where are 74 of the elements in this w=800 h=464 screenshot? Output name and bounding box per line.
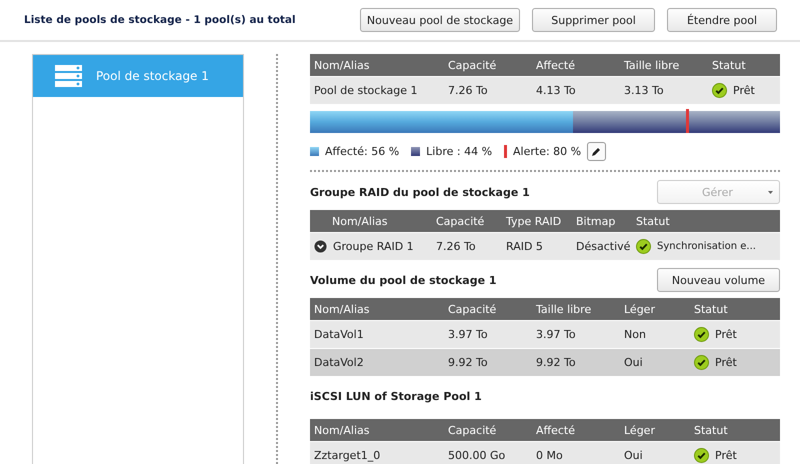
table-row[interactable]: DataVol1 3.97 To 3.97 To Non Prêt xyxy=(310,320,780,348)
table-cell-text: Oui xyxy=(623,356,644,369)
column-header: Statut xyxy=(693,302,729,316)
column-header: Affecté xyxy=(535,424,576,436)
column-header: Statut xyxy=(635,214,671,228)
table-cell-text: 4.13 To xyxy=(535,84,577,97)
table-cell-text: 7.26 To xyxy=(435,240,477,253)
column-header: Capacité xyxy=(447,424,498,436)
check-icon xyxy=(694,448,709,463)
column-header: Capacité xyxy=(447,302,498,316)
pool-name: Pool de stockage 1 xyxy=(96,69,209,83)
status-text: Synchronisation e... xyxy=(657,241,756,252)
check-icon xyxy=(712,83,727,98)
table-row[interactable]: Groupe RAID 1 7.26 To RAID 5 Désactivé Synchronisation e... xyxy=(310,232,780,260)
section-title: iSCSI LUN of Storage Pool 1 xyxy=(310,390,482,403)
column-header: Taille libre xyxy=(623,58,680,72)
table-cell-text: 7.26 To xyxy=(447,84,489,97)
section-title: Volume du pool de stockage 1 xyxy=(310,274,497,286)
table-cell-text: Non xyxy=(623,328,647,341)
column-header: Capacité xyxy=(447,58,498,72)
table-cell-text: Désactivé xyxy=(575,240,632,253)
table-cell-text: RAID 5 xyxy=(505,240,544,253)
section-title: Groupe RAID du pool de stockage 1 xyxy=(310,186,530,198)
check-icon xyxy=(694,327,709,342)
legend-label: Affecté: 56 % xyxy=(325,144,400,158)
check-icon xyxy=(636,239,651,254)
column-header: Léger xyxy=(623,424,656,436)
table-cell-text: 3.97 To xyxy=(447,328,489,341)
table-cell-text: 9.92 To xyxy=(447,356,489,369)
column-header: Capacité xyxy=(435,214,486,228)
table-cell-text: 9.92 To xyxy=(535,356,577,369)
column-header: Léger xyxy=(623,302,656,316)
table-cell-text: 3.97 To xyxy=(535,328,577,341)
column-header: Nom/Alias xyxy=(313,424,370,436)
column-header: Statut xyxy=(711,58,747,72)
table-cell-text: Oui xyxy=(623,449,644,462)
table-row[interactable]: Zztarget1_0 500.00 Go 0 Mo Oui Prêt xyxy=(310,441,780,464)
status-text: Prêt xyxy=(715,449,737,462)
legend-label: Libre : 44 % xyxy=(426,144,492,158)
column-header: Taille libre xyxy=(535,302,592,316)
status-text: Prêt xyxy=(715,328,737,341)
alert-swatch xyxy=(504,144,508,158)
toolbar-button[interactable]: Étendre pool xyxy=(667,8,777,32)
column-header: Bitmap xyxy=(575,214,616,228)
table-cell-text: DataVol2 xyxy=(313,356,365,369)
toolbar-button[interactable]: Nouveau pool de stockage xyxy=(360,8,520,32)
table-row[interactable]: Pool de stockage 1 7.26 To 4.13 To 3.13 To Prêt xyxy=(310,76,780,104)
free-swatch xyxy=(411,146,420,156)
check-icon xyxy=(694,355,709,370)
toolbar-button[interactable]: Supprimer pool xyxy=(532,8,655,32)
column-header: Type RAID xyxy=(505,214,562,228)
table-cell-text: Zztarget1_0 xyxy=(313,449,382,462)
table-cell-text: Pool de stockage 1 xyxy=(313,84,418,97)
column-header: Nom/Alias xyxy=(313,302,370,316)
status-text: Prêt xyxy=(733,84,755,97)
page-title: Liste de pools de stockage - 1 pool(s) au total xyxy=(24,14,297,26)
table-cell-text: 3.13 To xyxy=(623,84,665,97)
new-volume-button[interactable]: Nouveau volume xyxy=(657,268,780,292)
edit-button[interactable] xyxy=(587,142,606,160)
allocated-swatch xyxy=(310,146,319,156)
column-header: Affecté xyxy=(535,58,576,72)
status-text: Prêt xyxy=(715,356,737,369)
table-cell: Groupe RAID 1 xyxy=(333,240,414,253)
table-cell-text: 0 Mo xyxy=(535,449,564,462)
column-header: Statut xyxy=(693,424,729,436)
column-header: Nom/Alias xyxy=(331,214,388,228)
chevron-down-icon[interactable] xyxy=(314,240,327,253)
table-cell-text: DataVol1 xyxy=(313,328,365,341)
server-icon xyxy=(55,65,82,87)
caret-icon xyxy=(768,190,773,194)
column-header: Nom/Alias xyxy=(313,58,370,72)
table-cell-text: 500.00 Go xyxy=(447,449,506,462)
legend-label: Alerte: 80 % xyxy=(513,144,582,158)
pencil-icon xyxy=(591,146,602,156)
